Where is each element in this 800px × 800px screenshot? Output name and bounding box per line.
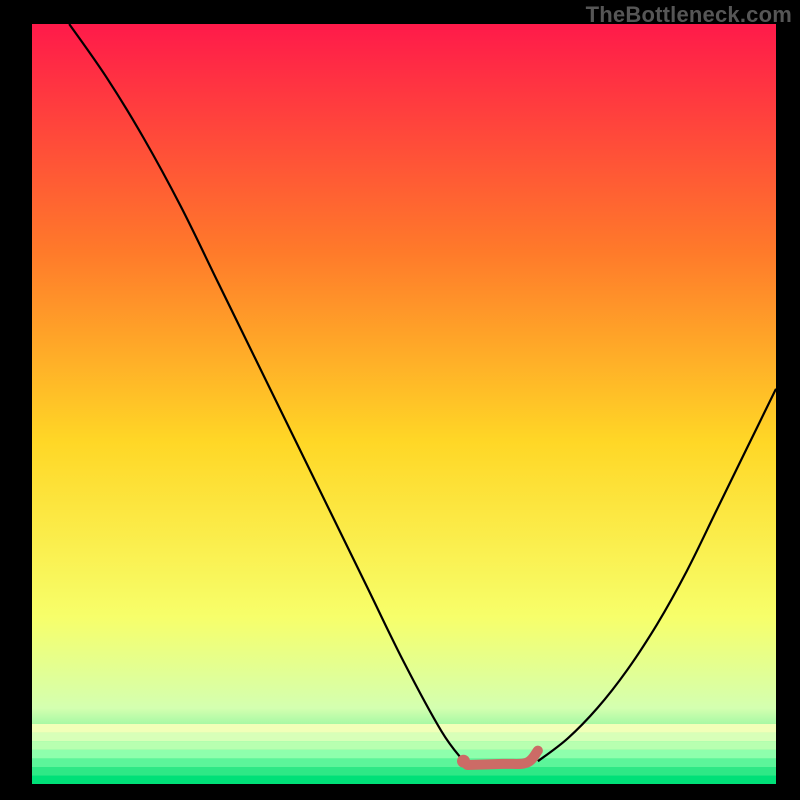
bottom-color-bands [32, 724, 776, 784]
marker-dot [457, 755, 470, 768]
plot-area [32, 24, 776, 784]
chart-frame: TheBottleneck.com [0, 0, 800, 800]
chart-svg [32, 24, 776, 784]
watermark-text: TheBottleneck.com [586, 2, 792, 28]
